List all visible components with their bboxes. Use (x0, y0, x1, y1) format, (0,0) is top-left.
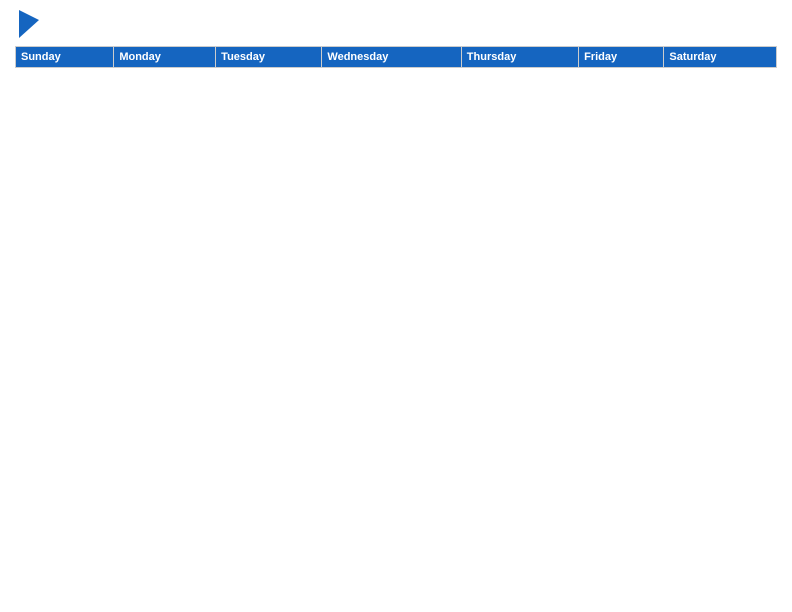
calendar-table: SundayMondayTuesdayWednesdayThursdayFrid… (15, 46, 777, 68)
weekday-header-wednesday: Wednesday (322, 47, 461, 68)
logo (15, 10, 39, 38)
page-container: SundayMondayTuesdayWednesdayThursdayFrid… (0, 0, 792, 78)
weekday-header-thursday: Thursday (461, 47, 578, 68)
weekday-header-sunday: Sunday (16, 47, 114, 68)
weekday-header-monday: Monday (114, 47, 216, 68)
logo-icon (19, 10, 39, 38)
page-header (15, 10, 777, 38)
weekday-header-row: SundayMondayTuesdayWednesdayThursdayFrid… (16, 47, 777, 68)
weekday-header-saturday: Saturday (664, 47, 777, 68)
weekday-header-tuesday: Tuesday (216, 47, 322, 68)
weekday-header-friday: Friday (579, 47, 664, 68)
